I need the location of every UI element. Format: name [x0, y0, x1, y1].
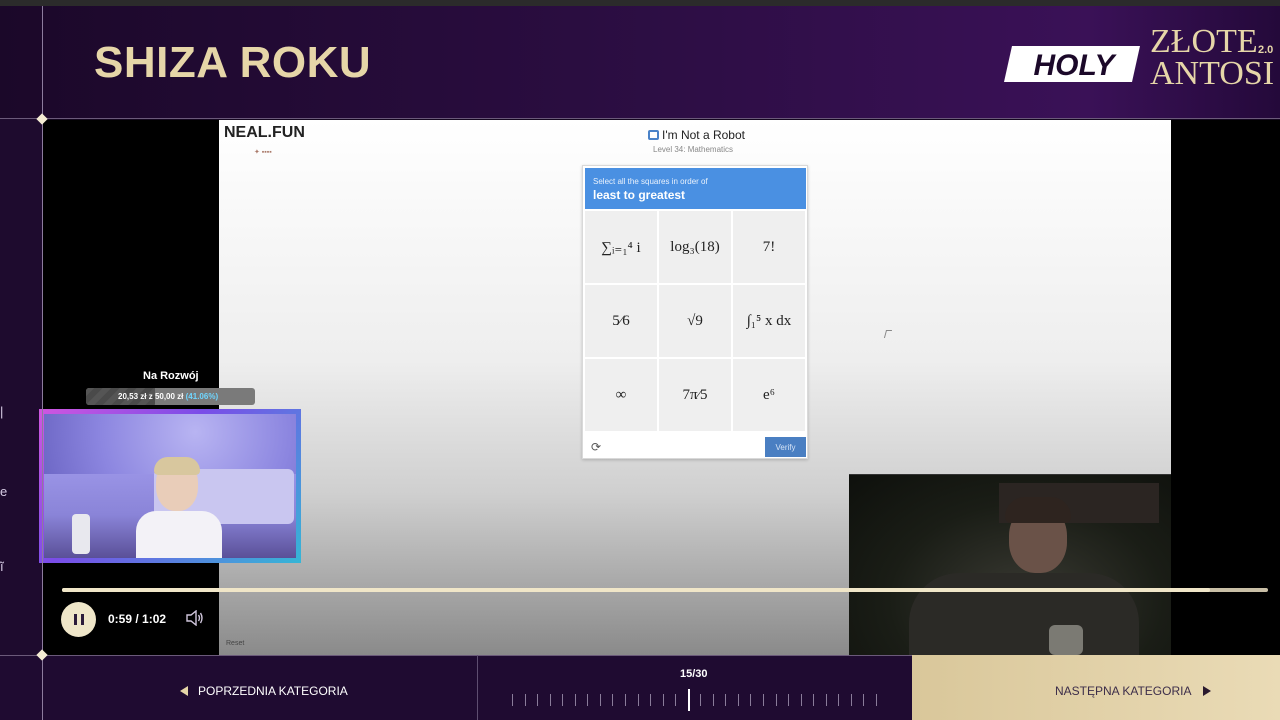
timeline-tick[interactable]: [700, 694, 701, 706]
captcha-header: Select all the squares in order of least…: [585, 168, 806, 209]
sponsor-icon: ✦ ▪▪▪▪: [254, 149, 272, 156]
timeline-tick[interactable]: [826, 694, 827, 706]
strip-glyph-1: |: [0, 404, 4, 419]
captcha-tile[interactable]: 7!: [733, 211, 805, 283]
previous-category-label[interactable]: POPRZEDNIA KATEGORIA: [180, 684, 348, 698]
timeline-tick[interactable]: [625, 694, 626, 706]
page-title: SHIZA ROKU: [94, 38, 372, 87]
streamer-2-body: [909, 573, 1139, 655]
video-progress-fill: [62, 588, 1211, 592]
captcha-tile[interactable]: ∑ᵢ₌₁⁴ i: [585, 211, 657, 283]
captcha-tile[interactable]: 5⁄6: [585, 285, 657, 357]
donation-percent: (41.06%): [185, 392, 219, 401]
brand-year: 2.0: [1258, 44, 1274, 56]
strip-glyph-2: e: [0, 484, 8, 499]
captcha-tile[interactable]: √9: [659, 285, 731, 357]
captcha-grid: ∑ᵢ₌₁⁴ i log₃(18) 7! 5⁄6 √9 ∫₁⁵ x dx ∞ 7π…: [585, 211, 806, 433]
captcha-instruction: Select all the squares in order of: [593, 177, 708, 186]
webcam-streamer-2: [849, 474, 1171, 655]
next-category-label[interactable]: NASTĘPNA KATEGORIA: [1055, 684, 1212, 698]
timeline-tick[interactable]: [587, 694, 588, 706]
microphone: [1049, 625, 1083, 655]
timeline-tick[interactable]: [525, 694, 526, 706]
timeline-tick[interactable]: [813, 694, 814, 706]
category-counter: 15/30: [680, 668, 708, 680]
holy-logo: HOLY: [1004, 46, 1140, 82]
robot-title-text: I'm Not a Robot: [662, 128, 745, 142]
timeline-tick[interactable]: [838, 694, 839, 706]
captcha-tile[interactable]: log₃(18): [659, 211, 731, 283]
timeline-tick[interactable]: [713, 694, 714, 706]
arrow-right-icon: [1203, 686, 1212, 696]
timeline-tick[interactable]: [562, 694, 563, 706]
captcha-tile[interactable]: ∞: [585, 359, 657, 431]
timeline-tick[interactable]: [851, 694, 852, 706]
timeline-tick[interactable]: [663, 694, 664, 706]
timeline-tick-current[interactable]: [688, 689, 690, 711]
reload-icon[interactable]: ⟳: [591, 440, 601, 454]
reset-link[interactable]: Reset: [226, 640, 244, 647]
streamer-1: [136, 457, 222, 558]
captcha-emphasis: least to greatest: [593, 188, 686, 202]
timeline-tick[interactable]: [575, 694, 576, 706]
timeline-tick[interactable]: [638, 694, 639, 706]
level-label: Level 34: Mathematics: [653, 145, 734, 154]
zlote-antosie-logo: ZŁOTE ANTOSI: [1150, 25, 1280, 92]
timeline-tick[interactable]: [876, 694, 877, 706]
lamp: [72, 514, 90, 554]
volume-icon[interactable]: [186, 610, 204, 626]
captcha-tile[interactable]: ∫₁⁵ x dx: [733, 285, 805, 357]
timeline-tick[interactable]: [788, 694, 789, 706]
timeline-tick[interactable]: [725, 694, 726, 706]
verify-button[interactable]: Verify: [765, 437, 806, 457]
donation-amounts: 20,53 zł z 50,00 zł (41.06%): [118, 392, 218, 401]
timeline-tick[interactable]: [650, 694, 651, 706]
timeline-tick[interactable]: [750, 694, 751, 706]
brand-line-2: ANTOSI: [1150, 55, 1275, 92]
robot-icon: [648, 130, 659, 140]
timeline-tick[interactable]: [776, 694, 777, 706]
footer-divider: [477, 655, 478, 720]
video-time: 0:59 / 1:02: [108, 612, 167, 626]
timeline-tick[interactable]: [763, 694, 764, 706]
robot-page-heading: I'm Not a Robot: [648, 128, 745, 142]
top-bar: [0, 0, 1280, 6]
timeline-tick[interactable]: [600, 694, 601, 706]
holy-logo-text: HOLY: [1033, 49, 1117, 82]
webcam-streamer-1: [39, 409, 301, 563]
donation-current: 20,53 zł: [118, 392, 147, 401]
webcam-1-feed: [44, 414, 296, 558]
timeline-tick[interactable]: [612, 694, 613, 706]
timeline-tick[interactable]: [550, 694, 551, 706]
timeline-tick[interactable]: [863, 694, 864, 706]
pause-button[interactable]: [61, 602, 96, 637]
timeline-tick[interactable]: [801, 694, 802, 706]
timeline-tick[interactable]: [675, 694, 676, 706]
category-timeline[interactable]: [512, 689, 880, 711]
left-side-strip: | e ĩ: [0, 119, 42, 655]
neal-fun-logo[interactable]: NEAL.FUN: [224, 124, 305, 142]
donation-goal: 50,00 zł: [154, 392, 184, 401]
streamer-1-hair: [154, 457, 200, 475]
video-progress-bar[interactable]: [62, 588, 1268, 592]
streamer-1-shirt: [136, 511, 222, 558]
donation-goal-title: Na Rozwój: [143, 370, 199, 382]
timeline-tick[interactable]: [512, 694, 513, 706]
arrow-left-icon: [180, 686, 188, 696]
streamer-2-hair: [1005, 497, 1071, 523]
next-category-text: NASTĘPNA KATEGORIA: [1055, 684, 1192, 698]
captcha-tile[interactable]: e⁶: [733, 359, 805, 431]
timeline-tick[interactable]: [738, 694, 739, 706]
captcha-widget: Select all the squares in order of least…: [582, 165, 808, 459]
previous-category-text: POPRZEDNIA KATEGORIA: [198, 684, 348, 698]
pause-icon: [73, 614, 84, 625]
donation-separator: z: [148, 392, 153, 401]
timeline-tick[interactable]: [537, 694, 538, 706]
captcha-tile[interactable]: 7π⁄5: [659, 359, 731, 431]
strip-glyph-3: ĩ: [0, 559, 4, 574]
captcha-footer: ⟳ Verify: [585, 436, 806, 458]
